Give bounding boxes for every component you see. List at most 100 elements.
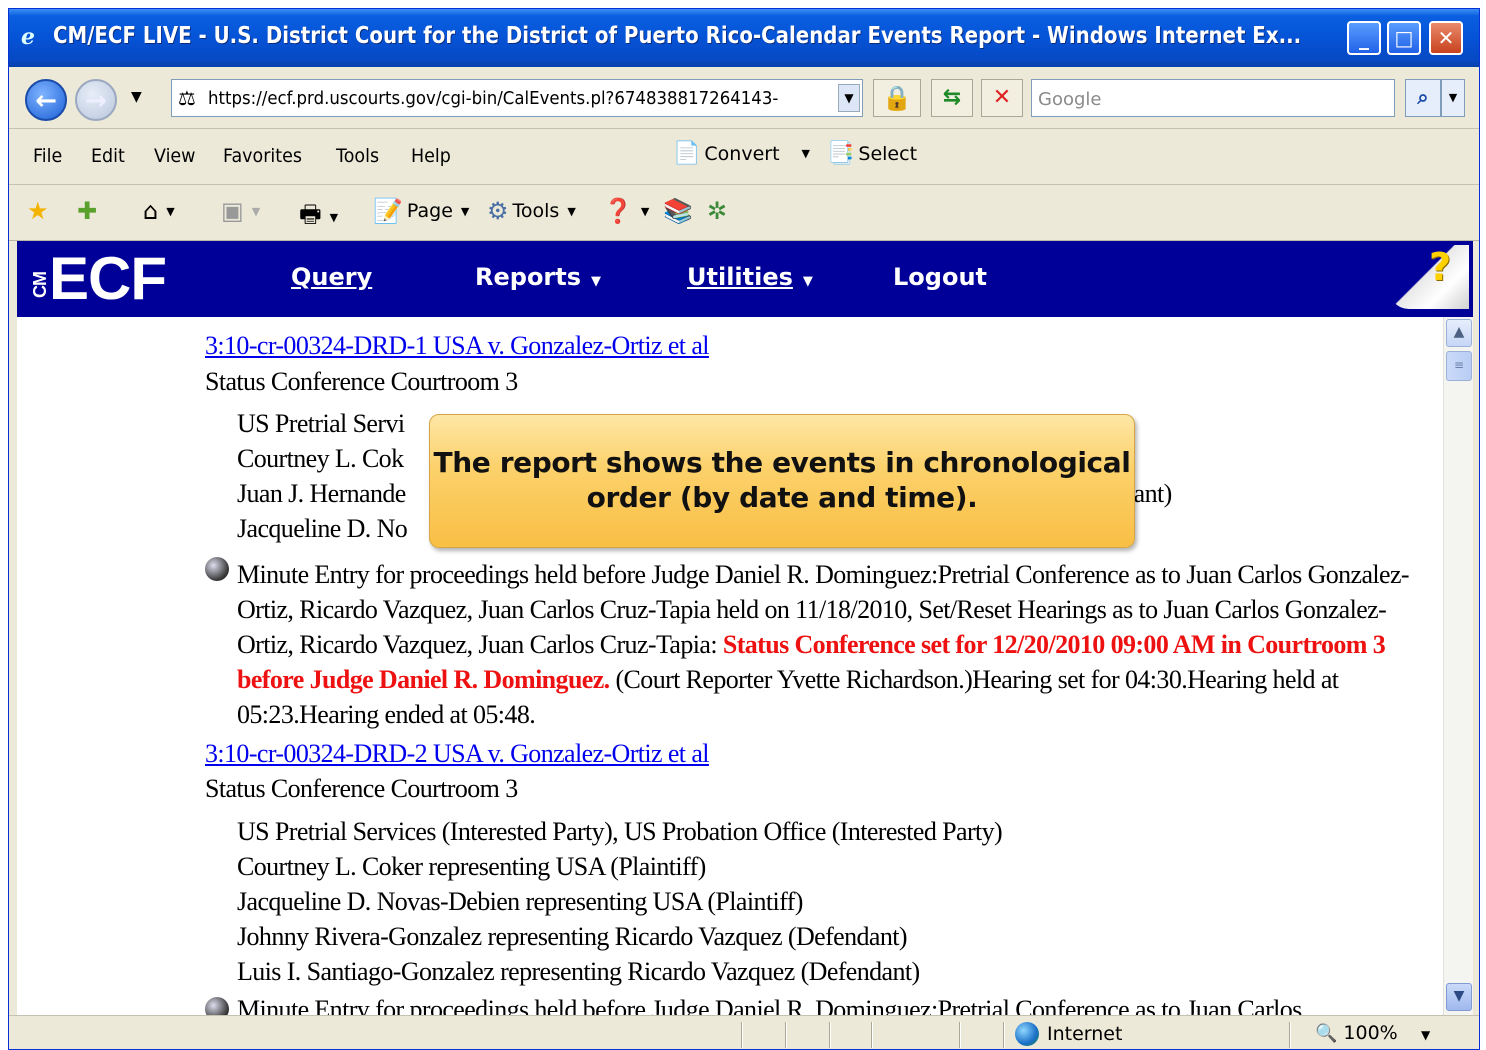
party-line: Jacqueline D. Novas-Debien representing …	[237, 887, 803, 916]
zoom-level: 100%	[1343, 1022, 1398, 1044]
status-divider	[785, 1022, 787, 1048]
party-line: Courtney L. Coker representing USA (Plai…	[237, 852, 706, 881]
nav-query-label: Query	[291, 263, 373, 291]
nav-logout[interactable]: Logout	[893, 263, 987, 291]
nav-reports-label: Reports	[475, 263, 582, 291]
tools-menu-button[interactable]: ⚙ Tools ▼	[487, 197, 576, 225]
url-field[interactable]: ⚖ https://ecf.prd.uscourts.gov/cgi-bin/C…	[171, 79, 863, 117]
feeds-button[interactable]: ▣ ▼	[221, 197, 260, 225]
convert-dropdown-icon[interactable]: ▼	[802, 147, 810, 160]
convert-pdf-icon: 📄	[673, 141, 701, 166]
cmecf-logo: CMECF	[27, 247, 167, 317]
scroll-thumb[interactable]: ≡	[1446, 351, 1472, 381]
address-bar: ← → ▼ ⚖ https://ecf.prd.uscourts.gov/cgi…	[9, 67, 1479, 129]
home-dropdown-icon[interactable]: ▼	[166, 205, 174, 218]
ecf-nav-bar: CMECF Query Reports ▼ Utilities ▼ Logout ?	[17, 241, 1473, 317]
search-input[interactable]: Google	[1031, 79, 1395, 117]
home-icon: ⌂	[143, 197, 159, 225]
zoom-icon: 🔍	[1315, 1022, 1338, 1044]
feeds-dropdown-icon[interactable]: ▼	[252, 205, 260, 218]
favorites-star-icon[interactable]: ★	[27, 197, 49, 225]
home-button[interactable]: ⌂ ▼	[143, 197, 175, 225]
back-button[interactable]: ←	[25, 79, 67, 121]
search-icon[interactable]: ⌕	[1405, 79, 1441, 117]
party-line: US Pretrial Servi	[237, 409, 405, 438]
event-title-2: Status Conference Courtroom 3	[205, 774, 518, 803]
select-button[interactable]: 📑 Select	[827, 141, 917, 166]
menu-edit[interactable]: Edit	[91, 145, 125, 167]
select-label: Select	[858, 142, 918, 165]
help-dropdown-icon[interactable]: ▼	[641, 205, 649, 218]
case-link-2[interactable]: 3:10-cr-00324-DRD-2 USA v. Gonzalez-Orti…	[205, 739, 709, 769]
zone-label: Internet	[1047, 1023, 1123, 1045]
maximize-button[interactable]: □	[1387, 21, 1421, 55]
close-button[interactable]: ✕	[1429, 21, 1463, 55]
scroll-up-button[interactable]: ▲	[1446, 319, 1472, 347]
minute-entry-cutoff: Minute Entry for proceedings held before…	[237, 995, 1302, 1015]
search-options-dropdown-icon[interactable]: ▼	[1441, 79, 1465, 117]
lock-icon[interactable]: 🔒	[873, 79, 921, 117]
party-line: Jacqueline D. No	[237, 514, 408, 543]
nav-query[interactable]: Query	[291, 263, 372, 291]
event-title-1: Status Conference Courtroom 3	[205, 367, 518, 396]
globe-icon[interactable]	[205, 997, 229, 1015]
status-divider	[871, 1022, 873, 1048]
vertical-scrollbar[interactable]: ▲ ≡ ▼	[1443, 317, 1473, 1015]
nav-reports[interactable]: Reports ▼	[475, 263, 601, 291]
party-line: Juan J. Hernande	[237, 479, 406, 508]
status-divider	[1289, 1022, 1291, 1048]
zoom-control[interactable]: 🔍 100%	[1315, 1022, 1398, 1044]
party-line: Johnny Rivera-Gonzalez representing Rica…	[237, 922, 908, 951]
zoom-dropdown-icon[interactable]: ▼	[1421, 1028, 1430, 1042]
menu-help[interactable]: Help	[411, 145, 451, 167]
case-link-1[interactable]: 3:10-cr-00324-DRD-1 USA v. Gonzalez-Orti…	[205, 331, 709, 361]
scroll-down-button[interactable]: ▼	[1446, 983, 1472, 1011]
title-bar: e CM/ECF LIVE - U.S. District Court for …	[9, 9, 1479, 67]
status-divider	[959, 1022, 961, 1048]
url-dropdown-icon[interactable]: ▼	[838, 84, 860, 112]
nav-logout-label: Logout	[893, 263, 988, 291]
tutorial-callout: The report shows the events in chronolog…	[429, 414, 1135, 548]
page-icon: 📝	[373, 197, 403, 225]
research-icon[interactable]: 📚	[663, 197, 693, 225]
chevron-down-icon: ▼	[802, 274, 813, 289]
party-line: Courtney L. Cok	[237, 444, 404, 473]
refresh-icon[interactable]: ⇆	[931, 79, 973, 117]
print-dropdown-icon[interactable]: ▼	[330, 211, 338, 224]
status-divider	[829, 1022, 831, 1048]
callout-text: The report shows the events in chronolog…	[433, 446, 1131, 514]
menu-favorites[interactable]: Favorites	[223, 145, 302, 167]
messenger-icon[interactable]: ✲	[707, 197, 727, 225]
help-page-corner[interactable]: ?	[1373, 241, 1473, 317]
help-button[interactable]: ❓ ▼	[603, 197, 649, 225]
menu-tools[interactable]: Tools	[336, 145, 379, 167]
globe-icon[interactable]	[205, 557, 229, 581]
url-text[interactable]: https://ecf.prd.uscourts.gov/cgi-bin/Cal…	[208, 88, 778, 109]
internet-globe-icon	[1015, 1022, 1039, 1046]
convert-button[interactable]: 📄 Convert ▼	[673, 141, 810, 166]
add-favorites-icon[interactable]: ✚	[77, 197, 97, 225]
logo-cm-text: CM	[30, 272, 50, 298]
minimize-button[interactable]: _	[1347, 21, 1381, 55]
nav-utilities[interactable]: Utilities ▼	[687, 263, 813, 291]
page-menu-button[interactable]: 📝 Page ▼	[373, 197, 469, 225]
help-question-icon[interactable]: ?	[1429, 245, 1451, 289]
gear-icon: ⚙	[487, 197, 509, 225]
status-bar: Internet 🔍 100% ▼	[9, 1015, 1479, 1049]
status-divider	[1003, 1022, 1005, 1048]
menu-view[interactable]: View	[154, 145, 195, 167]
help-circle-icon: ❓	[603, 197, 633, 225]
page-label: Page	[406, 200, 453, 222]
browser-window: e CM/ECF LIVE - U.S. District Court for …	[8, 8, 1480, 1050]
stop-icon[interactable]: ✕	[981, 79, 1023, 117]
print-button[interactable]: 🖶 ▼	[299, 197, 338, 238]
status-divider	[741, 1022, 743, 1048]
recent-pages-dropdown-icon[interactable]: ▼	[131, 89, 142, 105]
chevron-down-icon: ▼	[591, 274, 602, 289]
nav-utilities-label: Utilities	[687, 263, 793, 291]
convert-label: Convert	[704, 142, 780, 165]
print-icon: 🖶	[299, 200, 322, 228]
menu-file[interactable]: File	[33, 145, 62, 167]
forward-button[interactable]: →	[75, 79, 117, 121]
security-zone[interactable]: Internet	[1015, 1022, 1122, 1046]
